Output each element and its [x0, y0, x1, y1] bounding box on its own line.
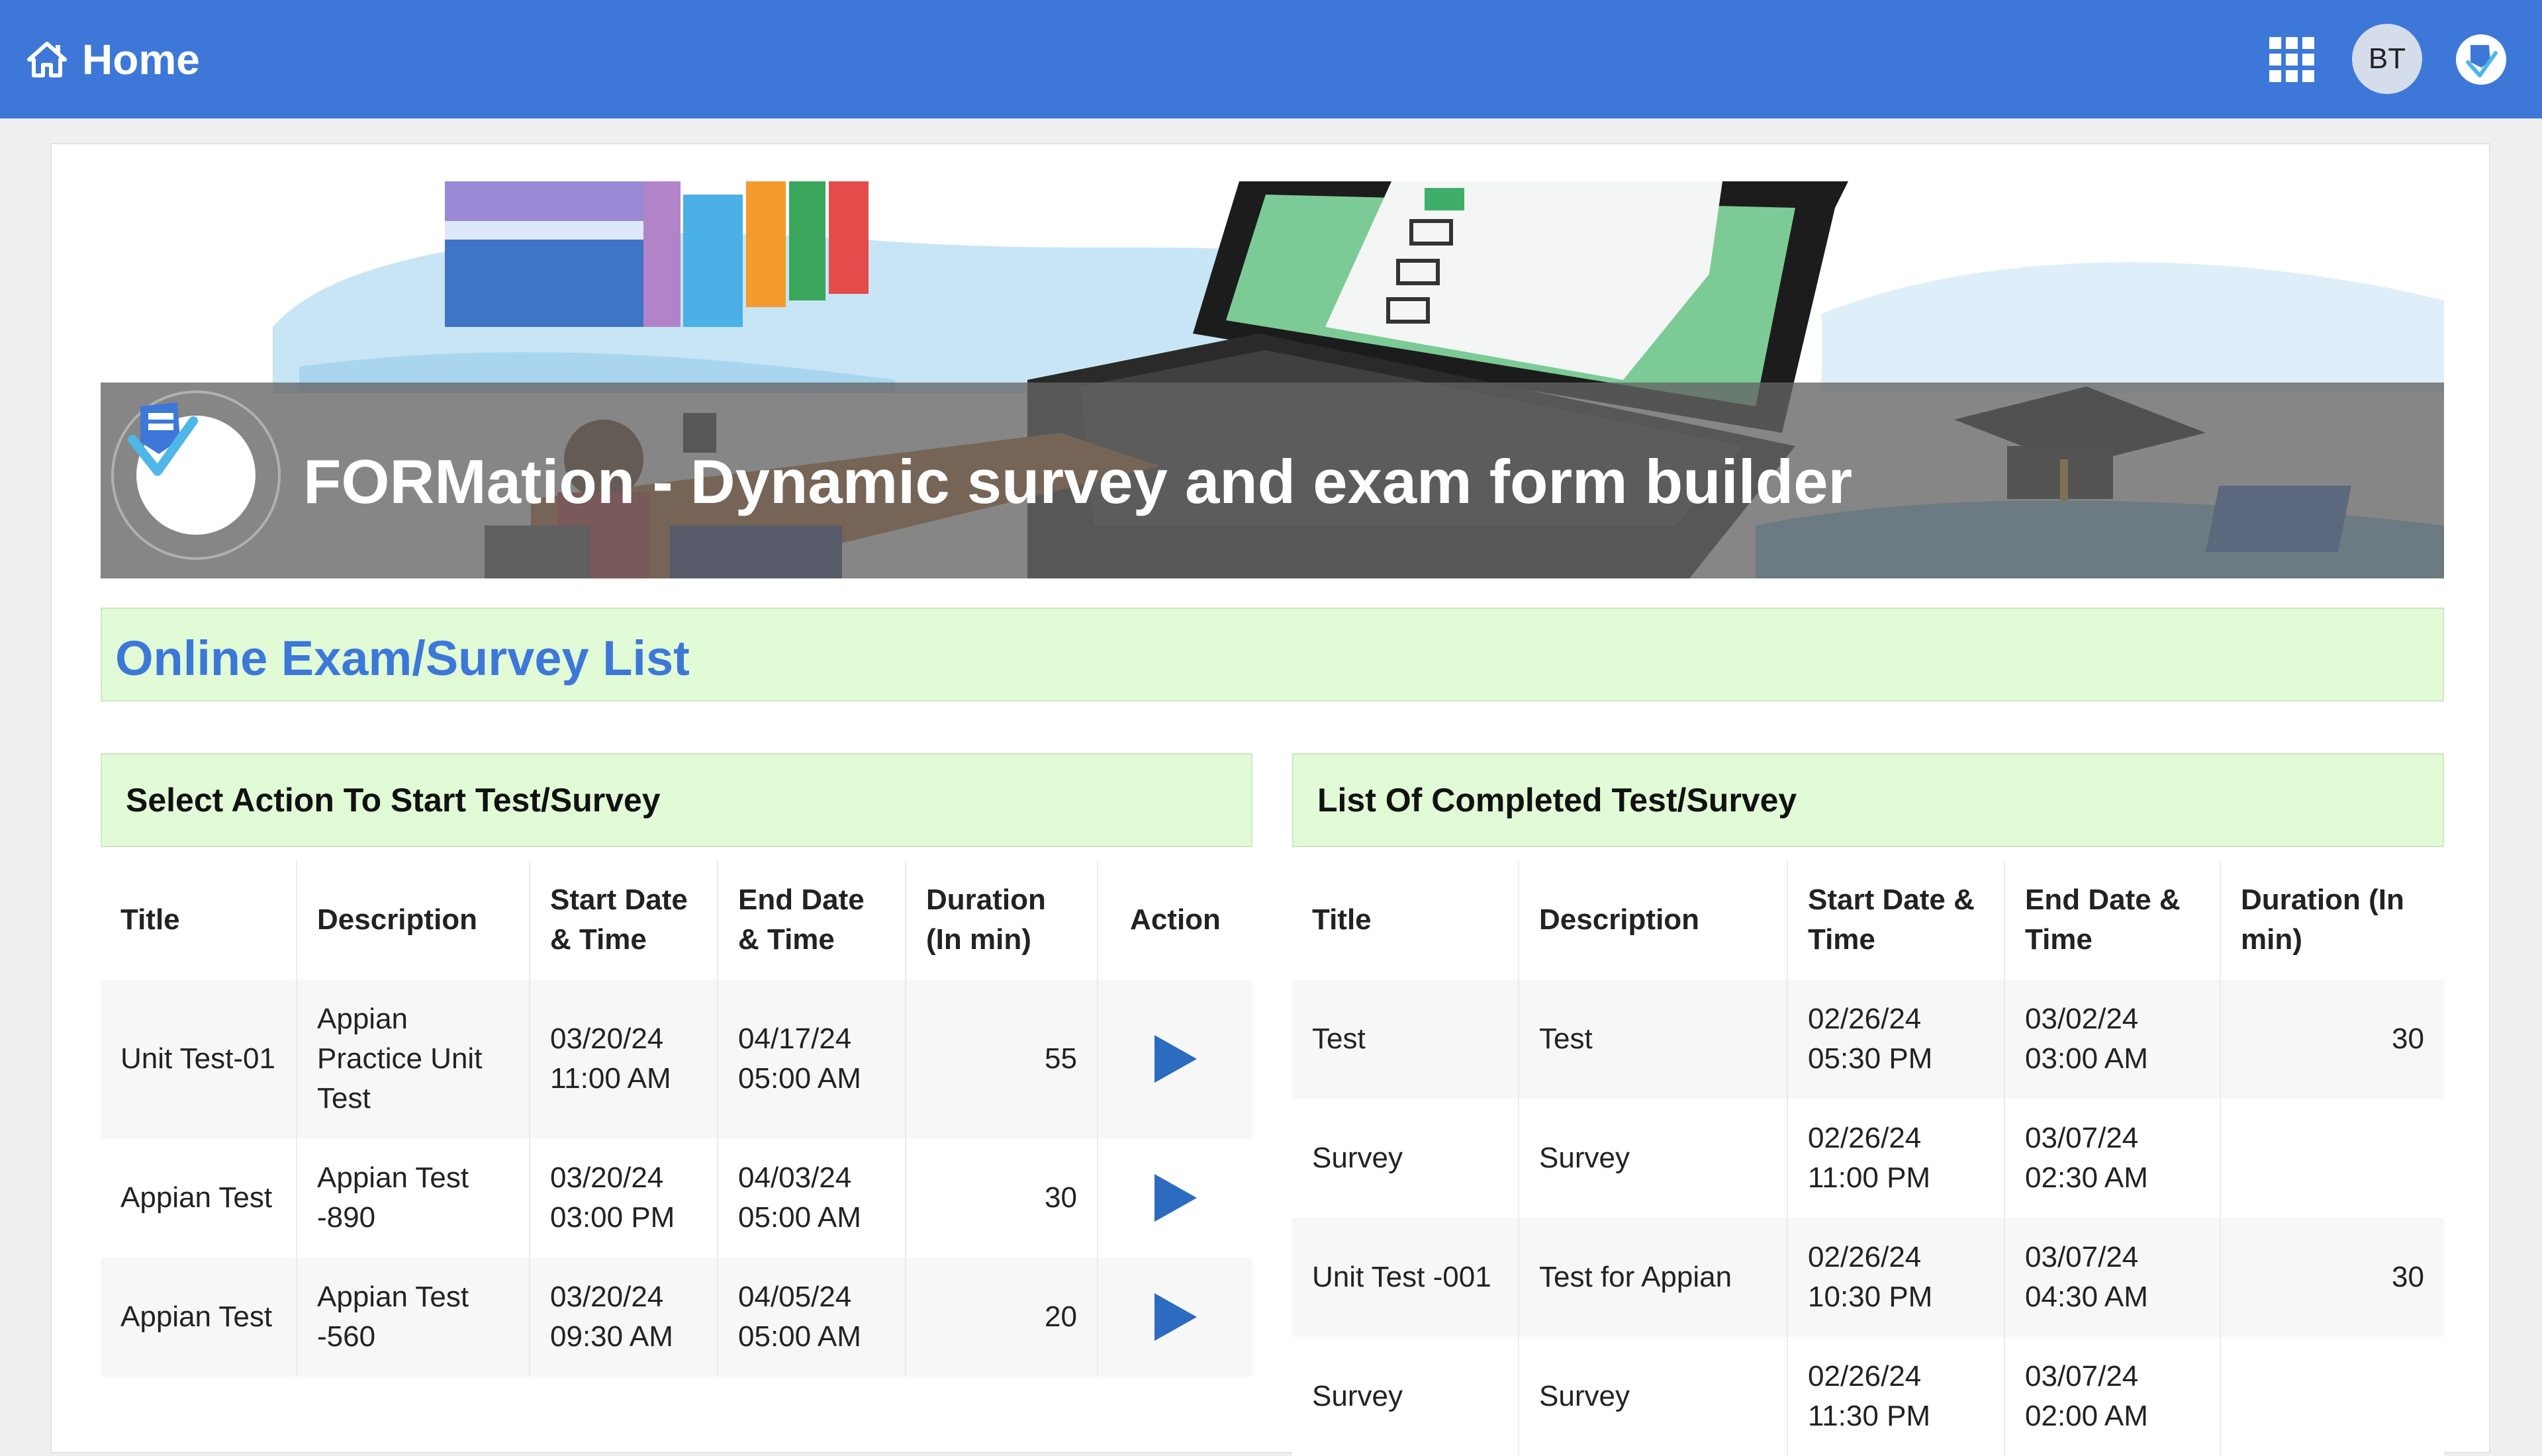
cell-description: Test for Appian [1519, 1218, 1788, 1337]
table-row: Unit Test-01 Appian Practice Unit Test 0… [101, 979, 1252, 1138]
column-header-duration[interactable]: Duration (In min) [2220, 860, 2444, 979]
cell-title: Appian Test [101, 1257, 297, 1377]
play-icon[interactable] [1154, 1293, 1197, 1341]
table-row: Survey Survey 02/26/24 11:00 PM 03/07/24… [1292, 1099, 2444, 1218]
cell-duration [2220, 1099, 2444, 1218]
column-header-action: Action [1130, 903, 1221, 936]
cell-action [1098, 1257, 1252, 1377]
user-avatar[interactable]: BT [2352, 24, 2422, 94]
cell-title: Appian Test [101, 1138, 297, 1257]
cell-description: Appian Test -560 [297, 1257, 530, 1377]
cell-title: Unit Test-01 [101, 979, 297, 1138]
table-row: Test Test 02/26/24 05:30 PM 03/02/24 03:… [1292, 979, 2444, 1099]
cell-end: 03/07/24 04:30 AM [2004, 1218, 2221, 1337]
cell-end: 04/03/24 05:00 AM [718, 1138, 906, 1257]
cell-end: 03/07/24 02:30 AM [2004, 1099, 2221, 1218]
check-shield-icon [128, 402, 198, 476]
cell-start: 03/20/24 03:00 PM [530, 1138, 718, 1257]
column-header-end[interactable]: End Date & Time [2004, 860, 2221, 979]
home-icon [27, 41, 67, 77]
column-header-title[interactable]: Title [101, 860, 297, 979]
section-title: Online Exam/Survey List [115, 631, 690, 686]
table-header-row: Title Description Start Date & Time End … [1292, 860, 2444, 979]
cell-end: 03/02/24 03:00 AM [2004, 979, 2221, 1099]
section-heading: Online Exam/Survey List [101, 608, 2444, 702]
cell-start: 02/26/24 11:30 PM [1787, 1337, 2005, 1456]
column-header-description[interactable]: Description [1519, 860, 1788, 979]
cell-title: Survey [1292, 1337, 1519, 1456]
cell-start: 03/20/24 11:00 AM [530, 979, 718, 1138]
top-bar: Home BT [0, 0, 2542, 118]
cell-start: 02/26/24 10:30 PM [1787, 1218, 2005, 1337]
cell-title: Unit Test -001 [1292, 1218, 1519, 1337]
cell-end: 04/17/24 05:00 AM [718, 979, 906, 1138]
cell-description: Appian Practice Unit Test [297, 979, 530, 1138]
table-header-row: Title Description Start Date & Time End … [101, 860, 1252, 979]
cell-end: 03/07/24 02:00 AM [2004, 1337, 2221, 1456]
play-icon[interactable] [1154, 1035, 1197, 1083]
start-panel-title: Select Action To Start Test/Survey [101, 753, 1252, 847]
banner-title: FORMation - Dynamic survey and exam form… [303, 447, 1853, 516]
cell-description: Test [1519, 979, 1788, 1099]
main-card: FORMation - Dynamic survey and exam form… [50, 143, 2490, 1456]
cell-action [1098, 1138, 1252, 1257]
brand-logo-icon[interactable] [2455, 33, 2508, 86]
cell-description: Survey [1519, 1337, 1788, 1456]
start-test-panel: Select Action To Start Test/Survey Title… [101, 753, 1252, 1377]
hero-banner: FORMation - Dynamic survey and exam form… [101, 181, 2444, 578]
cell-title: Survey [1292, 1099, 1519, 1218]
start-test-table: Title Description Start Date & Time End … [101, 860, 1252, 1377]
table-row: Appian Test Appian Test -890 03/20/24 03… [101, 1138, 1252, 1257]
cell-description: Appian Test -890 [297, 1138, 530, 1257]
home-link[interactable]: Home [26, 0, 200, 118]
cell-duration [2220, 1337, 2444, 1456]
cell-start: 02/26/24 11:00 PM [1787, 1099, 2005, 1218]
column-header-description[interactable]: Description [297, 860, 530, 979]
home-label: Home [82, 35, 200, 83]
cell-start: 03/20/24 09:30 AM [530, 1257, 718, 1377]
table-row: Unit Test -001 Test for Appian 02/26/24 … [1292, 1218, 2444, 1337]
column-header-duration[interactable]: Duration (In min) [906, 860, 1098, 979]
cell-duration: 30 [2220, 1218, 2444, 1337]
column-header-start[interactable]: Start Date & Time [530, 860, 718, 979]
completed-panel-title: List Of Completed Test/Survey [1292, 753, 2444, 847]
cell-duration: 30 [906, 1138, 1098, 1257]
cell-duration: 55 [906, 979, 1098, 1138]
cell-duration: 30 [2220, 979, 2444, 1099]
play-icon[interactable] [1154, 1174, 1197, 1222]
column-header-title[interactable]: Title [1292, 860, 1519, 979]
cell-end: 04/05/24 05:00 AM [718, 1257, 906, 1377]
cell-action [1098, 979, 1252, 1138]
column-header-end[interactable]: End Date & Time [718, 860, 906, 979]
completed-test-table: Title Description Start Date & Time End … [1292, 860, 2444, 1456]
table-row: Survey Survey 02/26/24 11:30 PM 03/07/24… [1292, 1337, 2444, 1456]
column-header-start[interactable]: Start Date & Time [1787, 860, 2005, 979]
cell-start: 02/26/24 05:30 PM [1787, 979, 2005, 1099]
cell-description: Survey [1519, 1099, 1788, 1218]
banner-logo [111, 390, 281, 560]
cell-title: Test [1292, 979, 1519, 1099]
completed-test-panel: List Of Completed Test/Survey Title Desc… [1292, 753, 2444, 1456]
cell-duration: 20 [906, 1257, 1098, 1377]
table-row: Appian Test Appian Test -560 03/20/24 09… [101, 1257, 1252, 1377]
apps-grid-icon[interactable] [2269, 37, 2314, 82]
